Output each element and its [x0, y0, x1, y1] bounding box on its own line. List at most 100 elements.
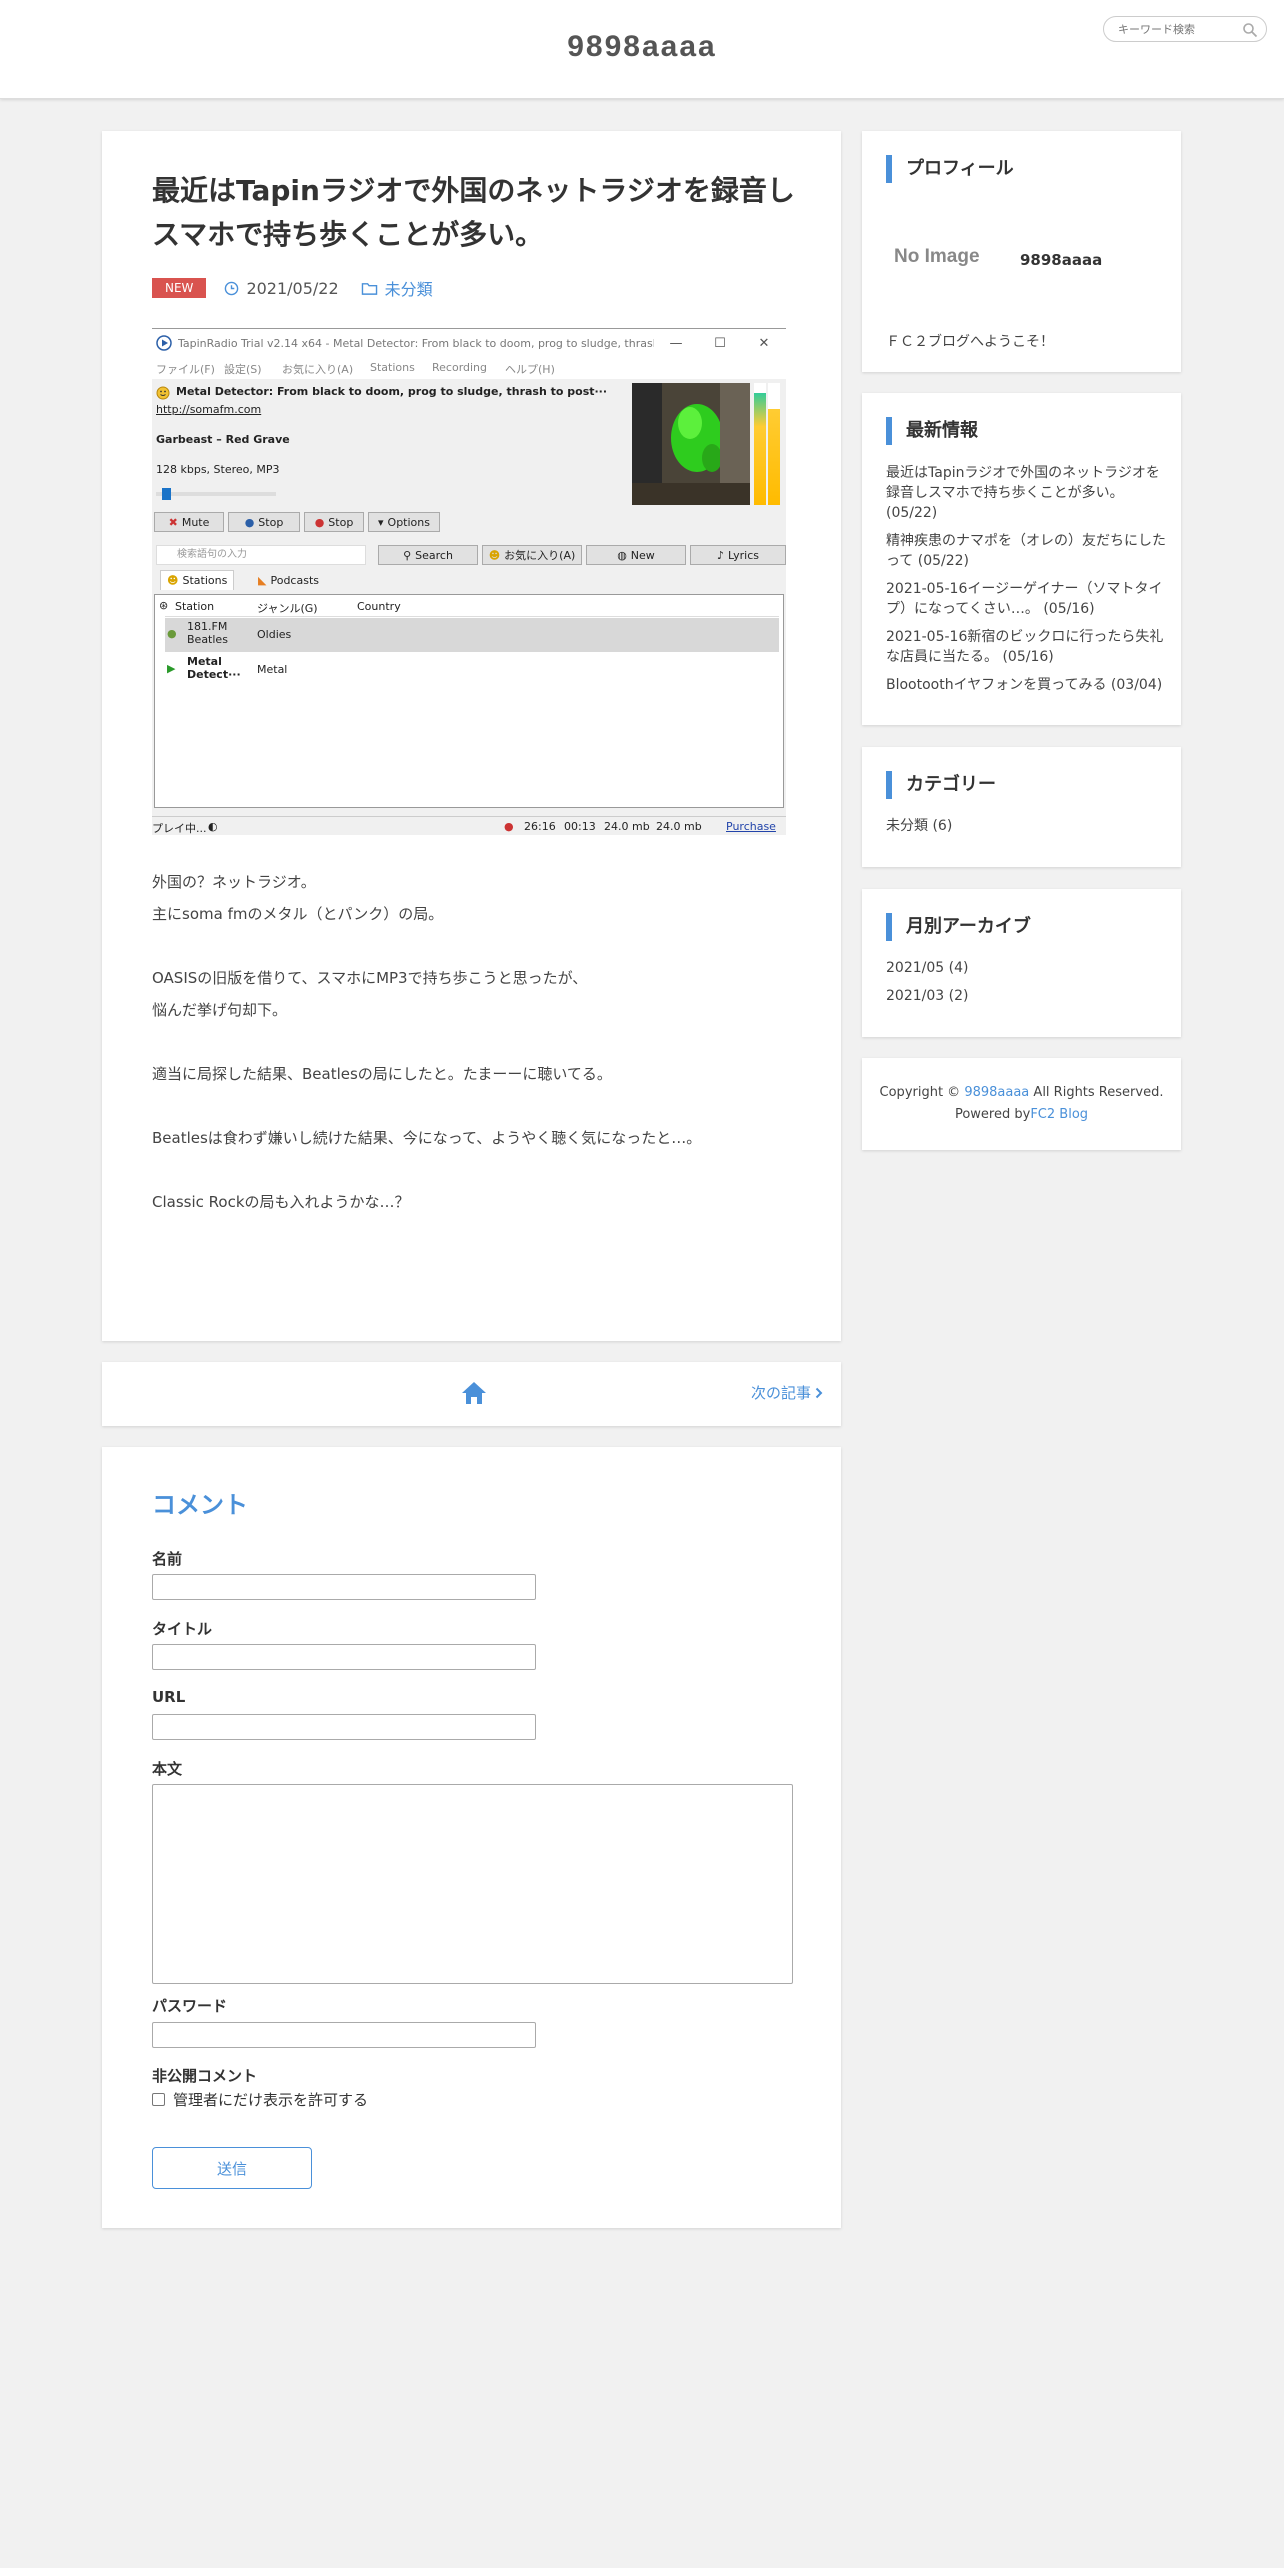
title-label: タイトル	[152, 1620, 213, 1638]
ss-window-title: TapinRadio Trial v2.14 x64 - Metal Detec…	[178, 336, 654, 350]
ss-status-size2: 24.0 mb	[656, 820, 702, 833]
ss-progress-bar	[156, 488, 276, 500]
post-paragraph: Beatlesは食わず嫌いし続けた結果、今になって、ようやく聴く気になったと…。	[152, 1129, 702, 1147]
ss-status-state: プレイ中...	[152, 822, 207, 835]
ss-status-size1: 24.0 mb	[604, 820, 650, 833]
ss-search-button: ⚲ Search	[378, 545, 478, 565]
search-input[interactable]	[1118, 21, 1228, 38]
speaker-icon: ✖	[168, 515, 178, 529]
archive-heading: 月別アーカイブ	[886, 913, 1031, 941]
post-category-link[interactable]: 未分類	[385, 276, 433, 300]
tapinradio-app-icon	[156, 335, 172, 351]
folder-icon	[361, 282, 377, 295]
private-comment-option[interactable]: 管理者にだけ表示を許可する	[152, 2089, 368, 2110]
password-label: パスワード	[152, 1997, 228, 2015]
title-field[interactable]	[152, 1644, 536, 1670]
copyright-line: Copyright © 9898aaaa All Rights Reserved…	[879, 1085, 1164, 1100]
ss-now-playing-title: Metal Detector: From black to doom, prog…	[176, 385, 608, 398]
recent-post-link[interactable]: 精神疾患のナマポを（オレの）友だちにしたって (05/22)	[886, 531, 1170, 571]
comment-body-textarea[interactable]	[152, 1784, 793, 1984]
ss-tab-podcasts: ◣ Podcasts	[258, 573, 319, 587]
ss-station-name: Metal Detect···	[187, 655, 241, 681]
ss-track: Garbeast – Red Grave	[156, 433, 290, 446]
ss-status-time: 00:13	[564, 820, 596, 833]
archive-link[interactable]: 2021/03 (2)	[886, 986, 1170, 1006]
post-card: 最近はTapinラジオで外国のネットラジオを録音しスマホで持ち歩くことが多い。 …	[102, 131, 841, 1341]
ss-station-list: ⊛ Station ジャンル(G) Country ● 181.FM Beatle…	[154, 594, 784, 808]
fc2-blog-link[interactable]: FC2 Blog	[1030, 1107, 1088, 1122]
ss-station-genre: Metal	[257, 663, 288, 676]
recent-heading: 最新情報	[886, 417, 978, 445]
ss-bitrate: 128 kbps, Stereo, MP3	[156, 463, 280, 476]
post-title: 最近はTapinラジオで外国のネットラジオを録音しスマホで持ち歩くことが多い。	[152, 174, 795, 251]
name-field[interactable]	[152, 1574, 536, 1600]
record-indicator-icon: ●	[504, 820, 514, 833]
site-title[interactable]: 9898aaaa	[0, 30, 1284, 64]
post-paragraph: OASISの旧版を借りて、スマホにMP3で持ち歩こうと思ったが、 悩んだ挙げ句却下…	[152, 969, 588, 1019]
private-comment-checkbox[interactable]	[152, 2093, 165, 2106]
submit-button[interactable]: 送信	[152, 2147, 312, 2189]
stop-icon: ●	[244, 515, 255, 529]
ss-options-button: ▾ Options	[368, 512, 440, 532]
profile-avatar: No Image	[894, 246, 980, 267]
recent-posts-widget: 最新情報 最近はTapinラジオで外国のネットラジオを録音しスマホで持ち歩くこと…	[862, 393, 1181, 725]
post-body: 外国の？ネットラジオ。 主にsoma fmのメタル（とパンク）の局。 OASISの…	[152, 866, 792, 1250]
post-date: 2021/05/22	[246, 278, 339, 298]
ss-progress-thumb	[162, 488, 171, 500]
archive-widget: 月別アーカイブ 2021/05 (4) 2021/03 (2)	[862, 889, 1181, 1037]
profile-name: 9898aaaa	[1020, 251, 1103, 269]
site-header: 9898aaaa	[0, 0, 1284, 99]
post-navigation: 次の記事	[102, 1362, 841, 1426]
search-box[interactable]	[1103, 16, 1267, 42]
next-post-link[interactable]: 次の記事	[751, 1382, 823, 1403]
minimize-icon: —	[669, 335, 683, 351]
post-paragraph: Classic Rockの局も入れようかな…？	[152, 1193, 410, 1211]
home-icon[interactable]	[460, 1380, 488, 1406]
recent-posts-list: 最近はTapinラジオで外国のネットラジオを録音しスマホで持ち歩くことが多い。 …	[886, 463, 1170, 703]
recent-post-link[interactable]: 2021-05-16新宿のビックロに行ったら失礼な店員に当たる。 (05/16)	[886, 627, 1170, 667]
body-label: 本文	[152, 1760, 183, 1778]
powered-by-line: Powered byFC2 Blog	[954, 1107, 1089, 1122]
password-field[interactable]	[152, 2022, 536, 2048]
ss-menu-item: Recording	[432, 361, 488, 374]
private-comment-label: 非公開コメント	[152, 2067, 258, 2085]
lyrics-icon: ♪	[716, 548, 725, 562]
ss-titlebar: TapinRadio Trial v2.14 x64 - Metal Detec…	[152, 329, 786, 357]
ss-col-header: Station	[175, 600, 215, 613]
ss-purchase-link: Purchase	[726, 820, 776, 833]
ss-menubar: ファイル(F) 設定(S) お気に入り(A) Stations Recordin…	[152, 357, 786, 379]
ss-stop-button: ● Stop	[228, 512, 300, 532]
url-field[interactable]	[152, 1714, 536, 1740]
ss-status-elapsed: 26:16	[524, 820, 556, 833]
ss-lyrics-button: ♪ Lyrics	[690, 545, 786, 565]
private-comment-checkbox-label: 管理者にだけ表示を許可する	[173, 2091, 369, 2109]
play-icon: ▶	[167, 662, 176, 675]
search-icon[interactable]	[1242, 22, 1258, 38]
copyright-link[interactable]: 9898aaaa	[964, 1085, 1029, 1100]
new-icon: ◍	[617, 548, 627, 562]
archive-list: 2021/05 (4) 2021/03 (2)	[886, 958, 1170, 1014]
ss-level-meter-right	[768, 383, 780, 505]
ss-level-meter-left	[754, 383, 766, 505]
ss-record-stop-button: ● Stop	[304, 512, 364, 532]
profile-heading: プロフィール	[886, 155, 1014, 183]
ss-menu-item: お気に入り(A)	[282, 363, 354, 376]
recent-post-link[interactable]: 最近はTapinラジオで外国のネットラジオを録音しスマホで持ち歩くことが多い。 …	[886, 463, 1170, 523]
ss-col-header: ジャンル(G)	[257, 602, 318, 615]
ss-new-button: ◍ New	[586, 545, 686, 565]
ss-statusbar: プレイ中... ◐ ● 26:16 00:13 24.0 mb 24.0 mb …	[152, 816, 786, 835]
category-link[interactable]: 未分類 (6)	[886, 816, 1170, 836]
archive-link[interactable]: 2021/05 (4)	[886, 958, 1170, 978]
recent-post-link[interactable]: Blootoothイヤフォンを買ってみる (03/04)	[886, 675, 1170, 695]
ss-menu-item: Stations	[370, 361, 415, 374]
recent-post-link[interactable]: 2021-05-16イージーゲイナー（ソマトタイプ）になってくさい…。 (05/…	[886, 579, 1170, 619]
record-icon: ●	[314, 515, 325, 529]
ss-tab-stations: ☻ Stations	[160, 570, 235, 590]
ss-station-row: ▶ Metal Detect··· Metal	[165, 653, 779, 687]
smiley-icon	[156, 386, 170, 400]
search-icon: ⚲	[403, 548, 412, 562]
station-icon: ●	[167, 627, 177, 640]
smiley-icon: ☻	[488, 548, 501, 562]
tapinradio-screenshot: TapinRadio Trial v2.14 x64 - Metal Detec…	[152, 328, 786, 835]
categories-heading: カテゴリー	[886, 771, 996, 799]
